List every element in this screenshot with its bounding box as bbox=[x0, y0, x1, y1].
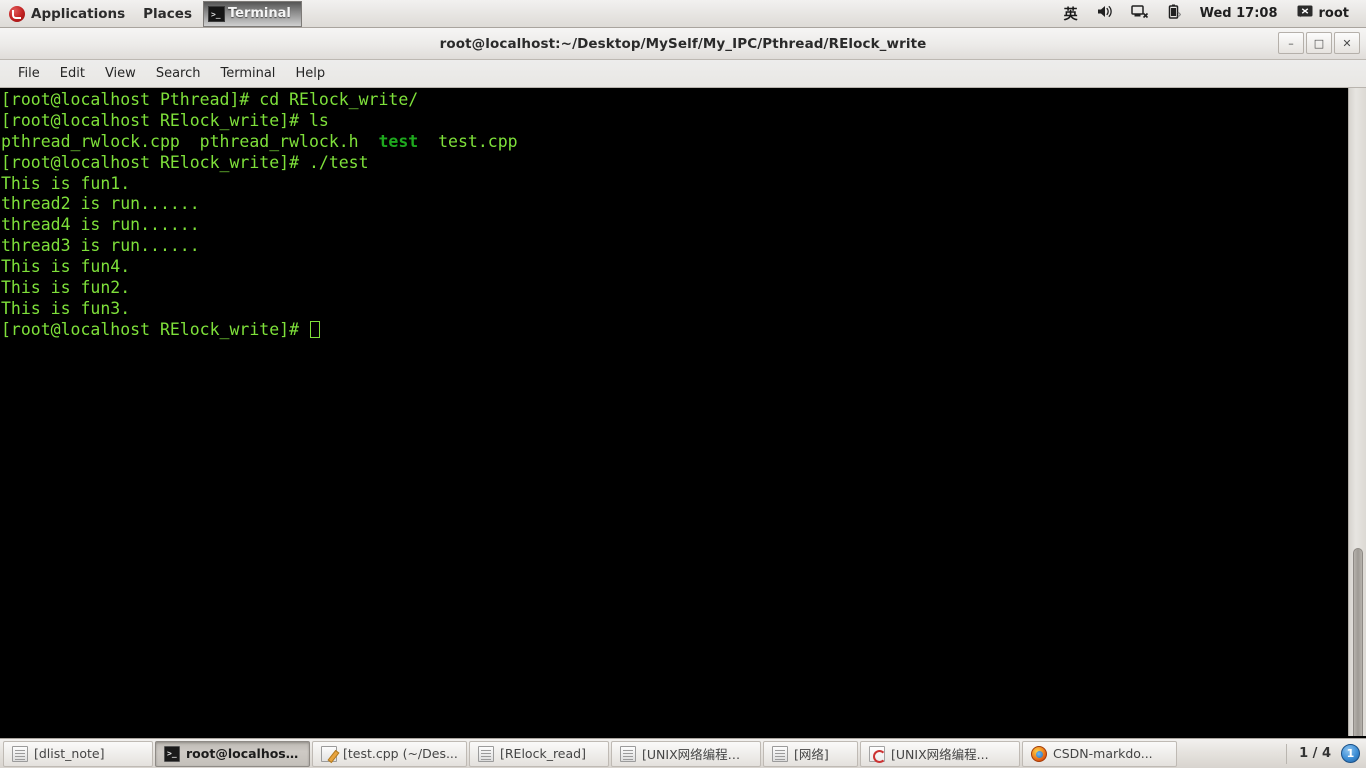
terminal-text: thread2 is run...... bbox=[1, 194, 200, 214]
text-editor-icon bbox=[321, 745, 337, 762]
terminal-line: [root@localhost RElock_write]# bbox=[1, 320, 1348, 341]
top-panel-tray: 英 Wed 17:08 root bbox=[1055, 0, 1366, 27]
terminal-icon: >_ bbox=[164, 745, 180, 762]
top-panel: Applications Places >_ Terminal 英 Wed 17… bbox=[0, 0, 1366, 28]
terminal-text: This is fun1. bbox=[1, 173, 131, 193]
taskbar-item-label: [RElock_read] bbox=[500, 746, 586, 761]
taskbar-item-terminal[interactable]: >_ root@localhost:... bbox=[155, 740, 310, 767]
terminal-window: root@localhost:~/Desktop/MySelf/My_IPC/P… bbox=[0, 28, 1366, 738]
taskbar-item-label: [UNIX网络编程... bbox=[891, 747, 989, 762]
terminal-text: [root@localhost RElock_write]# ls bbox=[1, 110, 329, 130]
menu-view[interactable]: View bbox=[95, 63, 146, 84]
terminal-text: This is fun3. bbox=[1, 298, 131, 318]
network-disconnected-icon bbox=[1130, 4, 1149, 23]
terminal-text: [root@localhost RElock_write]# ./test bbox=[1, 152, 369, 172]
battery-icon bbox=[1167, 4, 1181, 24]
terminal-scrollbar[interactable] bbox=[1348, 88, 1366, 736]
taskbar-item-label: CSDN-markdo... bbox=[1053, 746, 1153, 761]
places-menu-label: Places bbox=[143, 5, 192, 22]
top-panel-left: Applications Places >_ Terminal bbox=[0, 0, 302, 27]
terminal-line: [root@localhost RElock_write]# ./test bbox=[1, 153, 1348, 174]
terminal-line: thread3 is run...... bbox=[1, 236, 1348, 257]
window-list-terminal-label: Terminal bbox=[227, 6, 291, 21]
taskbar-item-label: [test.cpp (~/Des... bbox=[343, 746, 458, 761]
pdf-icon bbox=[869, 745, 886, 763]
taskbar-item-test-cpp[interactable]: [test.cpp (~/Des... bbox=[312, 740, 467, 767]
taskbar-divider bbox=[1286, 743, 1288, 764]
places-menu[interactable]: Places bbox=[134, 0, 201, 27]
taskbar-item-unix-net-1[interactable]: [UNIX网络编程程... bbox=[611, 740, 761, 767]
battery-indicator[interactable] bbox=[1158, 0, 1190, 27]
terminal-text: thread4 is run...... bbox=[1, 215, 200, 235]
taskbar-item-label: [dlist_note] bbox=[34, 746, 105, 761]
clock[interactable]: Wed 17:08 bbox=[1190, 6, 1288, 21]
scrollbar-thumb[interactable] bbox=[1353, 548, 1363, 736]
window-title: root@localhost:~/Desktop/MySelf/My_IPC/P… bbox=[439, 35, 927, 52]
taskbar-item-label: [网络] bbox=[794, 747, 829, 762]
terminal-output[interactable]: [root@localhost Pthread]# cd RElock_writ… bbox=[0, 88, 1348, 736]
terminal-text: [root@localhost Pthread]# cd RElock_writ… bbox=[1, 90, 419, 109]
terminal-text: This is fun2. bbox=[1, 278, 131, 298]
taskbar-item-unix-net-2[interactable]: [UNIX网络编程... bbox=[860, 740, 1020, 767]
terminal-line: This is fun3. bbox=[1, 299, 1348, 320]
taskbar-item-label: root@localhost:... bbox=[186, 746, 301, 761]
minimize-button[interactable]: – bbox=[1278, 32, 1304, 54]
terminal-exec-name: test bbox=[378, 131, 419, 151]
terminal-text: test.cpp bbox=[418, 131, 518, 151]
terminal-line: [root@localhost RElock_write]# ls bbox=[1, 111, 1348, 132]
maximize-button[interactable]: □ bbox=[1306, 32, 1332, 54]
taskbar-item-firefox[interactable]: CSDN-markdo... bbox=[1022, 740, 1177, 767]
document-icon bbox=[12, 745, 28, 762]
taskbar-item-relock-read[interactable]: [RElock_read] bbox=[469, 740, 609, 767]
terminal-icon: >_ bbox=[207, 5, 225, 22]
terminal-text: [root@localhost RElock_write]# bbox=[1, 319, 309, 339]
menu-terminal[interactable]: Terminal bbox=[210, 63, 285, 84]
terminal-cursor bbox=[309, 320, 320, 338]
input-method-indicator[interactable]: 英 bbox=[1055, 0, 1087, 27]
workspace-switcher[interactable]: 1 / 4 1 bbox=[1284, 743, 1364, 764]
workspace-badge[interactable]: 1 bbox=[1341, 744, 1360, 763]
window-controls: – □ ✕ bbox=[1278, 32, 1360, 54]
ime-label: 英 bbox=[1063, 6, 1078, 23]
terminal-line: This is fun1. bbox=[1, 174, 1348, 195]
taskbar-item-network[interactable]: [网络] bbox=[763, 740, 858, 767]
taskbar-window-list: [dlist_note] >_ root@localhost:... [test.cp… bbox=[2, 740, 1178, 767]
taskbar: [dlist_note] >_ root@localhost:... [test.cp… bbox=[0, 738, 1366, 768]
terminal-line: thread4 is run...... bbox=[1, 215, 1348, 236]
applications-menu[interactable]: Applications bbox=[0, 0, 134, 27]
taskbar-item-dlist-note[interactable]: [dlist_note] bbox=[3, 740, 153, 767]
terminal-line: pthread_rwlock.cpp pthread_rwlock.h test… bbox=[1, 132, 1348, 153]
user-name-label: root bbox=[1318, 6, 1350, 21]
network-indicator[interactable] bbox=[1122, 0, 1158, 27]
workspace-indicator-label: 1 / 4 bbox=[1299, 746, 1331, 761]
terminal-line: [root@localhost Pthread]# cd RElock_writ… bbox=[1, 90, 1348, 111]
terminal-line: This is fun2. bbox=[1, 278, 1348, 299]
window-list-terminal-button[interactable]: >_ Terminal bbox=[202, 0, 302, 27]
menu-help[interactable]: Help bbox=[285, 63, 335, 84]
message-icon bbox=[1297, 5, 1313, 23]
volume-icon bbox=[1096, 4, 1113, 23]
terminal-text: thread3 is run...... bbox=[1, 236, 200, 256]
terminal-text: pthread_rwlock.cpp pthread_rwlock.h bbox=[1, 131, 379, 151]
terminal-line: This is fun4. bbox=[1, 257, 1348, 278]
terminal-area: [root@localhost Pthread]# cd RElock_writ… bbox=[0, 88, 1366, 736]
fedora-logo-icon bbox=[9, 5, 25, 22]
volume-indicator[interactable] bbox=[1087, 0, 1122, 27]
user-menu[interactable]: root bbox=[1288, 0, 1359, 27]
menu-file[interactable]: File bbox=[8, 63, 50, 84]
taskbar-item-label: [UNIX网络编程程... bbox=[642, 747, 752, 762]
menubar: File Edit View Search Terminal Help bbox=[0, 60, 1366, 88]
document-icon bbox=[620, 745, 636, 762]
document-icon bbox=[772, 745, 788, 762]
firefox-icon bbox=[1031, 745, 1047, 762]
terminal-line: thread2 is run...... bbox=[1, 194, 1348, 215]
close-button[interactable]: ✕ bbox=[1334, 32, 1360, 54]
window-titlebar[interactable]: root@localhost:~/Desktop/MySelf/My_IPC/P… bbox=[0, 28, 1366, 60]
document-icon bbox=[478, 745, 494, 762]
terminal-text: This is fun4. bbox=[1, 257, 131, 277]
menu-edit[interactable]: Edit bbox=[50, 63, 95, 84]
menu-search[interactable]: Search bbox=[146, 63, 211, 84]
applications-menu-label: Applications bbox=[31, 5, 126, 22]
